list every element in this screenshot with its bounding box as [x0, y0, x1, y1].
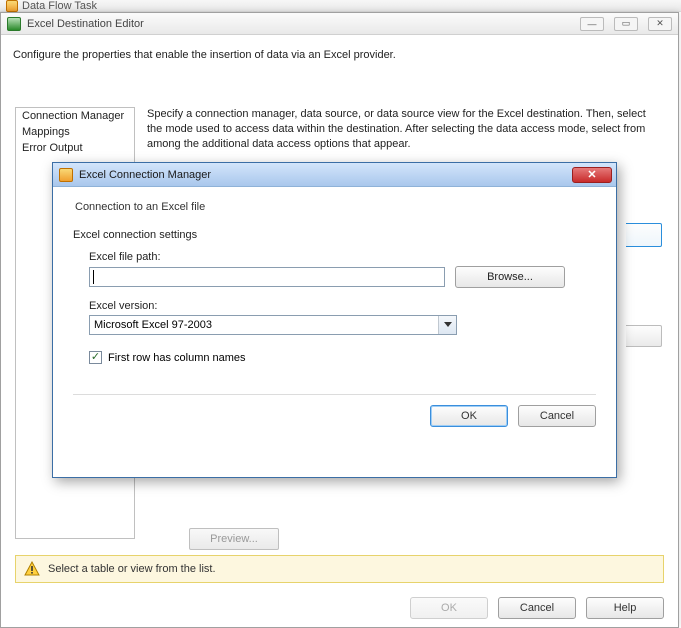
warning-text: Select a table or view from the list.: [48, 563, 216, 575]
modal-ok-button[interactable]: OK: [430, 405, 508, 427]
excel-connection-manager-dialog: Excel Connection Manager ✕ Connection to…: [52, 162, 617, 478]
version-select[interactable]: Microsoft Excel 97-2003: [89, 315, 457, 335]
nav-item-connection-manager[interactable]: Connection Manager: [16, 108, 134, 124]
checkmark-icon: ✓: [91, 352, 100, 363]
browse-button-label: Browse...: [487, 271, 533, 283]
new-button-partial[interactable]: [626, 223, 662, 247]
modal-cancel-button[interactable]: Cancel: [518, 405, 596, 427]
nav-item-error-output[interactable]: Error Output: [16, 140, 134, 156]
modal-titlebar[interactable]: Excel Connection Manager ✕: [53, 163, 616, 187]
new-button-partial-2[interactable]: [626, 325, 662, 347]
preview-button-label: Preview...: [210, 533, 258, 545]
first-row-label: First row has column names: [108, 352, 246, 364]
modal-subtitle: Connection to an Excel file: [73, 199, 596, 229]
warning-icon: [24, 561, 40, 577]
main-titlebar[interactable]: Excel Destination Editor — ▭ ✕: [1, 13, 678, 35]
warning-bar: Select a table or view from the list.: [15, 555, 664, 583]
modal-close-button[interactable]: ✕: [572, 167, 612, 183]
connection-manager-icon: [59, 168, 73, 182]
minimize-button[interactable]: —: [580, 17, 604, 31]
file-path-input[interactable]: [89, 267, 445, 287]
parent-window-icon: [6, 0, 18, 12]
settings-section-label: Excel connection settings: [73, 229, 596, 247]
file-path-label: Excel file path:: [89, 251, 596, 263]
version-label: Excel version:: [89, 300, 596, 312]
parent-window-title: Data Flow Task: [22, 0, 97, 12]
main-window-title: Excel Destination Editor: [27, 18, 144, 30]
excel-destination-icon: [7, 17, 21, 31]
separator: [73, 394, 596, 395]
preview-button[interactable]: Preview...: [189, 528, 279, 550]
intro-text: Configure the properties that enable the…: [1, 35, 678, 71]
browse-button[interactable]: Browse...: [455, 266, 565, 288]
nav-item-mappings[interactable]: Mappings: [16, 124, 134, 140]
close-button[interactable]: ✕: [648, 17, 672, 31]
help-button[interactable]: Help: [586, 597, 664, 619]
parent-window-titlebar: Data Flow Task: [0, 0, 681, 12]
cancel-button[interactable]: Cancel: [498, 597, 576, 619]
modal-title: Excel Connection Manager: [79, 169, 211, 181]
ok-button: OK: [410, 597, 488, 619]
maximize-button[interactable]: ▭: [614, 17, 638, 31]
close-icon: ✕: [587, 168, 596, 181]
version-select-value: Microsoft Excel 97-2003: [94, 319, 212, 331]
chevron-down-icon: [438, 316, 456, 334]
first-row-checkbox[interactable]: ✓: [89, 351, 102, 364]
text-caret: [93, 270, 94, 284]
